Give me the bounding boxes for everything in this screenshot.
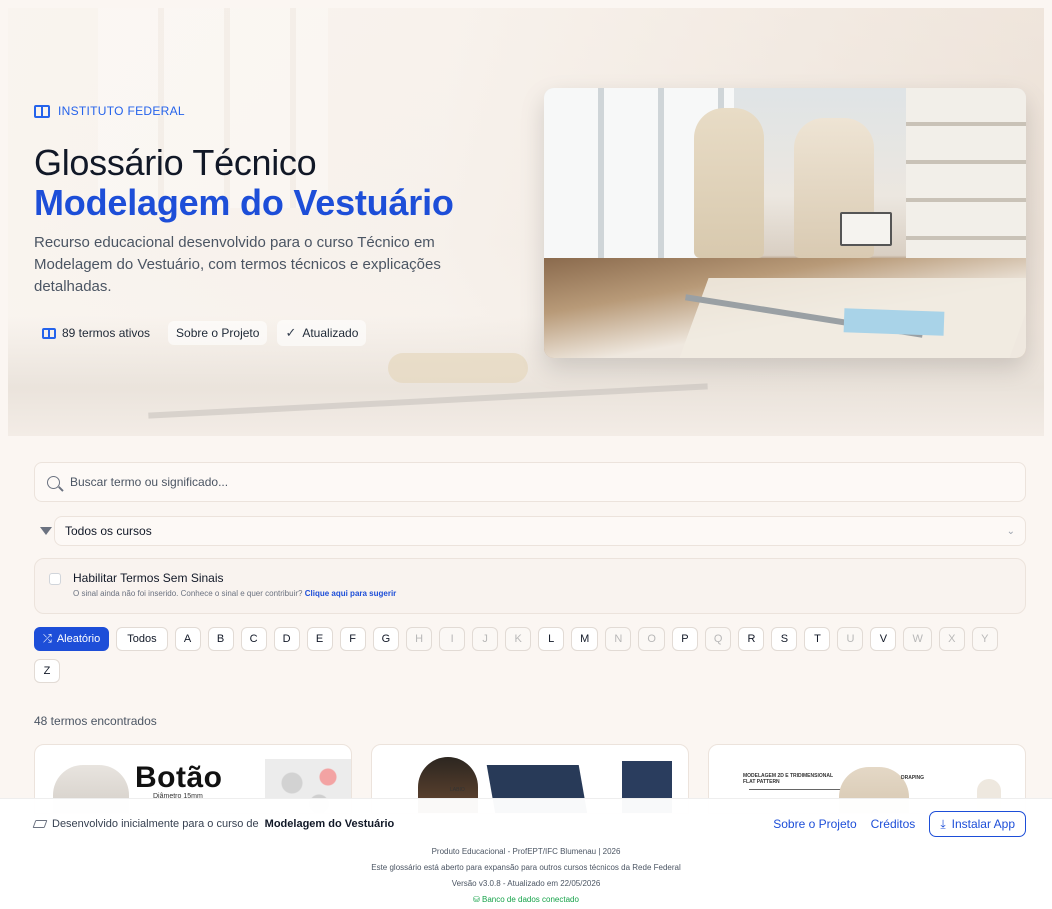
footer-version-line: Versão v3.0.8 - Atualizado em 22/05/2026 bbox=[451, 879, 601, 888]
photo-shelf bbox=[906, 88, 1026, 258]
card-image-drape-label: DRAPING bbox=[901, 775, 925, 781]
letter-s-button[interactable]: S bbox=[771, 627, 798, 651]
card-image-heading-sub: FLAT PATTERN bbox=[743, 779, 780, 785]
shuffle-icon: ⤮ bbox=[43, 632, 52, 645]
footer-credit: Desenvolvido inicialmente para o curso d… bbox=[32, 818, 395, 830]
database-icon: ⛁ bbox=[473, 895, 480, 904]
download-icon: ⤓ bbox=[940, 816, 946, 831]
hero-meta: 89 termos ativos Sobre o Projeto ✓ Atual… bbox=[34, 320, 367, 346]
hero-banner: INSTITUTO FEDERAL Glossário Técnico Mode… bbox=[8, 8, 1044, 436]
letter-f-button[interactable]: F bbox=[339, 627, 366, 651]
letter-g-button[interactable]: G bbox=[372, 627, 400, 651]
letter-d-button[interactable]: D bbox=[273, 627, 300, 651]
course-filter: Todos os cursos ⌄ bbox=[34, 516, 1026, 546]
install-app-label: Instalar App bbox=[951, 817, 1015, 831]
footer: Desenvolvido inicialmente para o curso d… bbox=[0, 798, 1052, 909]
course-select-value: Todos os cursos bbox=[65, 524, 152, 538]
page-subtitle: Modelagem do Vestuário bbox=[34, 182, 454, 223]
database-status-label: Banco de dados conectado bbox=[481, 895, 579, 904]
letter-i-button[interactable]: I bbox=[439, 627, 466, 651]
footer-links: Sobre o Projeto Créditos ⤓ Instalar App bbox=[773, 811, 1026, 837]
photo-card bbox=[843, 308, 945, 336]
letter-r-button[interactable]: R bbox=[738, 627, 765, 651]
letter-u-button[interactable]: U bbox=[837, 627, 864, 651]
institution-name: INSTITUTO FEDERAL bbox=[58, 104, 185, 118]
unsigned-terms-label: Habilitar Termos Sem Sinais bbox=[73, 571, 224, 585]
footer-about-link[interactable]: Sobre o Projeto bbox=[773, 817, 856, 831]
active-terms-count: 89 termos ativos bbox=[62, 326, 151, 340]
updated-badge: ✓ Atualizado bbox=[277, 320, 367, 346]
hint-text: O sinal ainda não foi inserido. Conhece … bbox=[73, 589, 303, 598]
results-count: 48 termos encontrados bbox=[34, 714, 157, 728]
chevron-down-icon: ⌄ bbox=[1006, 525, 1015, 537]
footer-credit-course: Modelagem do Vestuário bbox=[264, 818, 395, 830]
unsigned-terms-checkbox[interactable] bbox=[49, 573, 61, 585]
letter-w-button[interactable]: W bbox=[903, 627, 932, 651]
unsigned-terms-hint: O sinal ainda não foi inserido. Conhece … bbox=[73, 589, 396, 598]
updated-label: Atualizado bbox=[302, 326, 359, 340]
hero-description: Recurso educacional desenvolvido para o … bbox=[34, 234, 441, 295]
book-icon bbox=[34, 104, 50, 118]
institution-brand: INSTITUTO FEDERAL bbox=[34, 104, 185, 118]
check-icon: ✓ bbox=[285, 325, 297, 340]
letter-k-button[interactable]: K bbox=[505, 627, 532, 651]
funnel-icon bbox=[40, 527, 52, 535]
page-title: Glossário Técnico bbox=[34, 142, 317, 183]
letter-y-button[interactable]: Y bbox=[971, 627, 998, 651]
letter-l-button[interactable]: L bbox=[538, 627, 565, 651]
card-image-heading: MODELAGEM 2D E TRIDIMENSIONAL FLAT PATTE… bbox=[743, 773, 833, 785]
photo-sign bbox=[840, 212, 892, 246]
card-image-label: LABIO bbox=[450, 787, 465, 793]
active-terms-badge: 89 termos ativos bbox=[34, 321, 158, 345]
letter-e-button[interactable]: E bbox=[306, 627, 333, 651]
letter-a-button[interactable]: A bbox=[174, 627, 201, 651]
letter-z-button[interactable]: Z bbox=[34, 659, 60, 683]
hero-background-tape bbox=[388, 353, 528, 383]
search-icon bbox=[47, 475, 60, 489]
suggest-sign-link[interactable]: Clique aqui para sugerir bbox=[305, 589, 397, 598]
letter-n-button[interactable]: N bbox=[605, 627, 632, 651]
letter-v-button[interactable]: V bbox=[870, 627, 897, 651]
letter-o-button[interactable]: O bbox=[638, 627, 665, 651]
letter-j-button[interactable]: J bbox=[472, 627, 499, 651]
footer-product-line: Produto Educacional - ProfEPT/IFC Blumen… bbox=[431, 847, 621, 856]
card-image-text: Botão bbox=[135, 761, 223, 794]
course-select[interactable]: Todos os cursos ⌄ bbox=[54, 516, 1026, 546]
hero-photo bbox=[544, 88, 1026, 358]
all-letters-button[interactable]: Todos bbox=[116, 627, 168, 651]
letter-h-button[interactable]: H bbox=[406, 627, 433, 651]
letter-c-button[interactable]: C bbox=[240, 627, 267, 651]
footer-credit-prefix: Desenvolvido inicialmente para o curso d… bbox=[52, 818, 259, 830]
letter-b-button[interactable]: B bbox=[207, 627, 234, 651]
install-app-button[interactable]: ⤓ Instalar App bbox=[929, 811, 1026, 837]
footer-credits-link[interactable]: Créditos bbox=[871, 817, 916, 831]
search-bar[interactable] bbox=[34, 462, 1026, 502]
letter-q-button[interactable]: Q bbox=[704, 627, 732, 651]
unsigned-terms-toggle: Habilitar Termos Sem Sinais O sinal aind… bbox=[34, 558, 1026, 614]
random-term-button[interactable]: ⤮ Aleatório bbox=[34, 627, 110, 651]
letter-m-button[interactable]: M bbox=[571, 627, 599, 651]
search-input[interactable] bbox=[70, 475, 970, 489]
alphabet-filter: ⤮ Aleatório Todos ABCDEFGHIJKLMNOPQRSTUV… bbox=[34, 627, 1024, 683]
letter-x-button[interactable]: X bbox=[938, 627, 965, 651]
footer-expansion-line: Este glossário está aberto para expansão… bbox=[371, 863, 681, 872]
photo-dress-form bbox=[694, 108, 764, 258]
about-project-label: Sobre o Projeto bbox=[176, 326, 260, 340]
graduation-cap-icon bbox=[32, 820, 48, 828]
letter-p-button[interactable]: P bbox=[671, 627, 698, 651]
letter-t-button[interactable]: T bbox=[804, 627, 831, 651]
about-project-link[interactable]: Sobre o Projeto bbox=[168, 321, 268, 345]
database-status: ⛁ Banco de dados conectado bbox=[0, 895, 1052, 904]
random-term-label: Aleatório bbox=[56, 633, 101, 645]
book-icon bbox=[42, 327, 56, 339]
funnel-icon-wrap bbox=[34, 527, 56, 535]
